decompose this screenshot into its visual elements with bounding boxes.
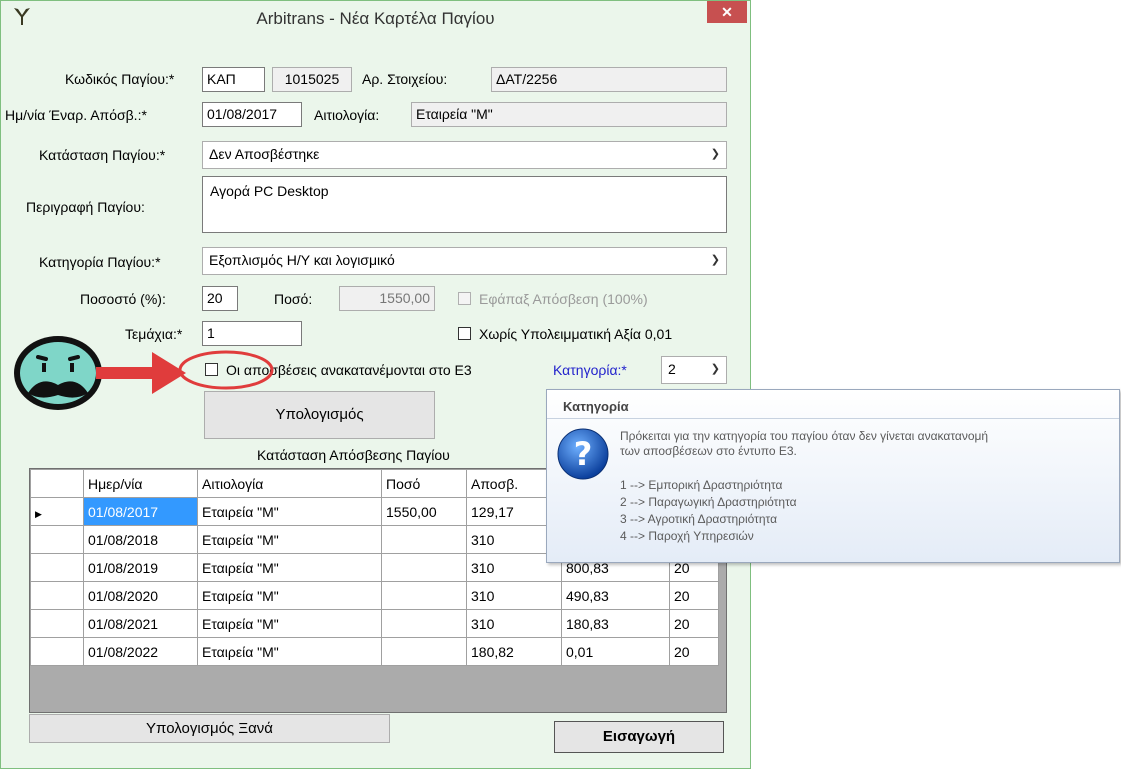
category-tooltip: Κατηγορία ? Πρόκειται για την κατηγορία … [546, 389, 1120, 563]
tooltip-title: Κατηγορία [563, 399, 629, 414]
one-time-checkbox[interactable] [458, 292, 471, 305]
table-cell[interactable] [381, 637, 467, 666]
table-cell[interactable]: Εταιρεία "Μ" [197, 497, 382, 526]
table-cell[interactable] [381, 553, 467, 582]
row-header[interactable] [30, 553, 84, 582]
table-cell[interactable]: 01/08/2021 [83, 609, 198, 638]
column-header[interactable]: Ημερ/νία [83, 469, 198, 498]
table-cell[interactable]: 01/08/2022 [83, 637, 198, 666]
table-cell[interactable]: Εταιρεία "Μ" [197, 553, 382, 582]
asset-code-number-field[interactable]: 1015025 [272, 67, 352, 92]
table-row[interactable]: 01/08/2022 Εταιρεία "Μ" 180,82 0,01 20 [30, 637, 719, 666]
category-select-value: Εξοπλισμός Η/Υ και λογισμικό [209, 252, 395, 268]
recalculate-button[interactable]: Υπολογισμός Ξανά [29, 714, 390, 743]
svg-text:?: ? [574, 435, 593, 473]
highlight-ellipse [178, 350, 274, 390]
table-cell[interactable]: 20 [669, 609, 719, 638]
item-number-field[interactable]: ΔΑΤ/2256 [491, 67, 727, 92]
description-textarea[interactable]: Αγορά PC Desktop [202, 176, 727, 233]
asset-code-prefix-field[interactable]: ΚΑΠ [202, 67, 265, 92]
start-date-label: Ημ/νία Έναρ. Απόσβ.:* [5, 107, 147, 123]
row-header[interactable] [30, 581, 84, 610]
title-bar: Arbitrans - Νέα Καρτέλα Παγίου ✕ [1, 1, 750, 35]
table-cell[interactable]: Εταιρεία "Μ" [197, 525, 382, 554]
grid-caption: Κατάσταση Απόσβεσης Παγίου [257, 447, 450, 463]
chevron-down-icon: ❯ [710, 363, 720, 375]
table-row[interactable]: 01/08/2020 Εταιρεία "Μ" 310 490,83 20 [30, 581, 719, 610]
tooltip-text: Πρόκειται για την κατηγορία του παγίου ό… [620, 429, 989, 458]
status-select[interactable]: Δεν Αποσβέστηκε ❯ [202, 141, 727, 169]
close-button[interactable]: ✕ [707, 1, 747, 23]
amount-label: Ποσό: [274, 291, 313, 307]
category-label: Κατηγορία Παγίου:* [39, 254, 161, 270]
reason-field[interactable]: Εταιρεία "Μ" [411, 102, 727, 127]
row-header-corner [30, 469, 84, 498]
table-cell[interactable] [381, 609, 467, 638]
chevron-down-icon: ❯ [710, 254, 720, 266]
category-select[interactable]: Εξοπλισμός Η/Υ και λογισμικό ❯ [202, 247, 727, 275]
percent-field[interactable]: 20 [202, 286, 238, 311]
red-arrow-icon [96, 352, 186, 394]
table-cell[interactable]: 20 [669, 637, 719, 666]
insert-button[interactable]: Εισαγωγή [554, 721, 724, 753]
column-header[interactable]: Ποσό [381, 469, 467, 498]
row-header[interactable] [30, 609, 84, 638]
question-mark-icon: ? [557, 428, 609, 480]
e3-category-label: Κατηγορία:* [553, 362, 627, 378]
window-title: Arbitrans - Νέα Καρτέλα Παγίου [256, 9, 495, 28]
one-time-label: Εφάπαξ Απόσβεση (100%) [479, 291, 648, 307]
table-cell[interactable]: 310 [466, 609, 562, 638]
pieces-field[interactable]: 1 [202, 321, 302, 346]
row-header[interactable]: ▶ [30, 497, 84, 526]
tooltip-list-item: 3 --> Αγροτική Δραστηριότητα [620, 512, 778, 526]
asset-code-label: Κωδικός Παγίου:* [65, 71, 175, 87]
column-header[interactable]: Αιτιολογία [197, 469, 382, 498]
tooltip-category-list: 1 --> Εμπορική Δραστηριότητα 2 --> Παραγ… [620, 477, 797, 545]
pieces-label: Τεμάχια:* [125, 326, 183, 342]
row-header[interactable] [30, 525, 84, 554]
no-residual-label: Χωρίς Υπολειμματική Αξία 0,01 [479, 326, 673, 342]
table-row[interactable]: 01/08/2021 Εταιρεία "Μ" 310 180,83 20 [30, 609, 719, 638]
row-header[interactable] [30, 637, 84, 666]
table-cell[interactable]: Εταιρεία "Μ" [197, 581, 382, 610]
table-cell[interactable]: 180,82 [466, 637, 562, 666]
tooltip-list-item: 4 --> Παροχή Υπηρεσιών [620, 529, 754, 543]
no-residual-checkbox[interactable] [458, 327, 471, 340]
table-cell[interactable]: Εταιρεία "Μ" [197, 637, 382, 666]
chevron-down-icon: ❯ [710, 148, 720, 160]
table-cell[interactable]: 0,01 [561, 637, 670, 666]
tooltip-list-item: 1 --> Εμπορική Δραστηριότητα [620, 478, 783, 492]
calculate-button[interactable]: Υπολογισμός [204, 391, 435, 439]
reason-label: Αιτιολογία: [314, 107, 380, 123]
table-cell[interactable]: 490,83 [561, 581, 670, 610]
table-cell[interactable]: Εταιρεία "Μ" [197, 609, 382, 638]
table-cell[interactable] [381, 581, 467, 610]
tooltip-divider [547, 418, 1119, 419]
table-cell[interactable]: 01/08/2020 [83, 581, 198, 610]
table-cell[interactable]: 1550,00 [381, 497, 467, 526]
status-label: Κατάσταση Παγίου:* [39, 147, 166, 163]
table-cell[interactable]: 20 [669, 581, 719, 610]
worried-face-icon [14, 336, 102, 410]
amount-field[interactable]: 1550,00 [339, 286, 435, 311]
table-cell[interactable]: 180,83 [561, 609, 670, 638]
percent-label: Ποσοστό (%): [80, 291, 166, 307]
status-select-value: Δεν Αποσβέστηκε [209, 146, 320, 162]
e3-category-value: 2 [668, 361, 676, 377]
description-label: Περιγραφή Παγίου: [26, 199, 145, 215]
row-pointer-icon: ▶ [35, 508, 42, 519]
tooltip-list-item: 2 --> Παραγωγική Δραστηριότητα [620, 495, 797, 509]
start-date-field[interactable]: 01/08/2017 [202, 102, 302, 127]
item-number-label: Αρ. Στοιχείου: [362, 71, 448, 87]
e3-category-select[interactable]: 2 ❯ [661, 356, 727, 384]
table-cell[interactable]: 310 [466, 581, 562, 610]
table-cell[interactable] [381, 525, 467, 554]
table-cell[interactable]: 01/08/2017 [83, 497, 198, 526]
table-cell[interactable]: 01/08/2018 [83, 525, 198, 554]
table-cell[interactable]: 01/08/2019 [83, 553, 198, 582]
